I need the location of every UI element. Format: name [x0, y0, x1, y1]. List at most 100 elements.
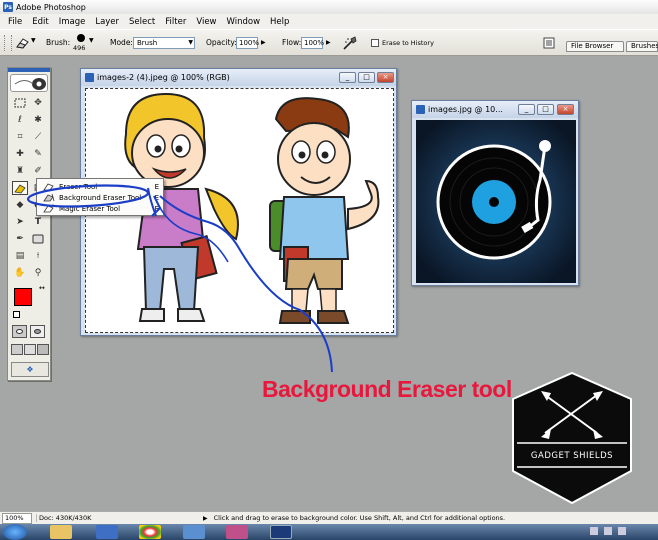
slice-tool[interactable]: ⟋ — [30, 130, 46, 144]
swap-colors-icon[interactable]: ↔ — [39, 284, 45, 292]
logo-text: GADGET SHIELDS — [530, 451, 614, 461]
quick-mask-button[interactable] — [30, 325, 45, 338]
notes-tool[interactable]: ▤ — [12, 249, 28, 263]
opacity-label: Opacity: — [206, 38, 237, 47]
taskbar-app-icon[interactable] — [183, 525, 205, 539]
doc-size-field[interactable]: Doc: 430K/430K — [36, 514, 201, 522]
eraser-tool[interactable] — [12, 181, 28, 195]
taskbar-photoshop-icon[interactable] — [270, 525, 292, 539]
bandage-icon: ✚ — [16, 149, 24, 159]
quick-mask-icon — [34, 329, 41, 334]
brush-picker-arrow[interactable]: ▼ — [89, 37, 94, 44]
tray-icon[interactable] — [604, 527, 612, 535]
maximize-button[interactable]: □ — [358, 72, 375, 83]
options-bar: ▼ Brush: 496 ▼ Mode: Brush ▼ Opacity: 10… — [0, 29, 658, 56]
type-t-icon: T — [34, 217, 42, 227]
foreground-color-swatch[interactable] — [14, 288, 32, 306]
opacity-slider-arrow[interactable]: ▶ — [261, 39, 266, 46]
pen-tool[interactable]: ✒ — [12, 232, 28, 246]
app-title: Adobe Photoshop — [16, 2, 86, 12]
erase-history-label: Erase to History — [382, 39, 434, 47]
blur-tool[interactable]: ◆ — [12, 198, 28, 212]
paintbrush-icon: ✎ — [34, 149, 42, 159]
taskbar-explorer-icon[interactable] — [50, 525, 72, 539]
tray-icon[interactable] — [590, 527, 598, 535]
zoom-tool[interactable]: ⚲ — [30, 266, 46, 280]
tab-file-browser[interactable]: File Browser — [566, 41, 624, 52]
tray-icon[interactable] — [618, 527, 626, 535]
history-brush-tool[interactable]: ✐ — [30, 164, 46, 178]
taskbar-app-icon[interactable] — [96, 525, 118, 539]
maximize-button[interactable]: □ — [537, 104, 554, 115]
slice-knife-icon: ⟋ — [34, 132, 42, 142]
windows-start-button[interactable] — [3, 524, 27, 540]
eraser-tool-preset-icon[interactable] — [14, 36, 30, 50]
path-selection-tool[interactable]: ➤ — [12, 215, 28, 229]
brush-preview-icon[interactable] — [77, 34, 85, 42]
standard-mode-button[interactable] — [12, 325, 27, 338]
jump-to-imageready-button[interactable]: ❖ — [11, 362, 49, 377]
eyedropper-tool[interactable]: ⟊ — [30, 249, 46, 263]
menu-window[interactable]: Window — [222, 17, 266, 27]
document-window-2: images.jpg @ 10... _ □ × — [411, 100, 579, 286]
healing-brush-tool[interactable]: ✚ — [12, 147, 28, 161]
minimize-button[interactable]: _ — [518, 104, 535, 115]
adobe-online-button[interactable] — [10, 74, 48, 92]
palette-well-icon[interactable] — [543, 37, 555, 49]
crop-tool[interactable]: ⌗ — [12, 130, 28, 144]
minimize-button[interactable]: _ — [339, 72, 356, 83]
magic-wand-tool[interactable]: ✱ — [30, 113, 46, 127]
status-arrow-icon[interactable]: ▶ — [203, 515, 208, 522]
menu-help[interactable]: Help — [265, 17, 294, 27]
menu-image[interactable]: Image — [54, 17, 91, 27]
flyout-item-background-eraser-tool[interactable]: Background Eraser Tool E — [37, 192, 163, 203]
flyout-item-eraser-tool[interactable]: Eraser Tool E — [37, 181, 163, 192]
marquee-icon — [14, 98, 26, 108]
flow-label: Flow: — [282, 38, 302, 47]
pen-icon: ✒ — [16, 234, 24, 244]
menu-layer[interactable]: Layer — [90, 17, 124, 27]
menu-file[interactable]: File — [3, 17, 27, 27]
photoshop-app-icon: Ps — [3, 2, 13, 12]
brush-tool[interactable]: ✎ — [30, 147, 46, 161]
toolbox-header[interactable] — [8, 68, 50, 72]
taskbar-chrome-icon[interactable] — [139, 525, 161, 539]
options-grip[interactable] — [4, 35, 12, 51]
zoom-level-field[interactable]: 100% — [2, 512, 32, 524]
close-button[interactable]: × — [377, 72, 394, 83]
flyout-item-magic-eraser-tool[interactable]: Magic Eraser Tool E — [37, 203, 163, 214]
flow-slider-arrow[interactable]: ▶ — [326, 39, 331, 46]
menu-select[interactable]: Select — [124, 17, 160, 27]
taskbar-game-icon[interactable] — [226, 525, 248, 539]
rectangle-tool[interactable] — [30, 232, 46, 246]
tab-brushes[interactable]: Brushes — [626, 41, 658, 52]
flyout-label: Magic Eraser Tool — [59, 204, 121, 213]
menu-view[interactable]: View — [191, 17, 221, 27]
full-screen-button[interactable] — [37, 344, 49, 355]
preset-dropdown-arrow[interactable]: ▼ — [31, 37, 36, 44]
document-2-canvas[interactable] — [416, 120, 576, 283]
close-button[interactable]: × — [557, 104, 574, 115]
marquee-tool[interactable] — [12, 96, 28, 110]
eraser-icon — [43, 183, 54, 191]
airbrush-icon[interactable] — [342, 35, 358, 51]
flow-input[interactable]: 100% — [301, 37, 324, 49]
type-tool[interactable]: T — [30, 215, 46, 229]
rectangle-shape-icon — [32, 234, 44, 244]
hand-tool[interactable]: ✋ — [12, 266, 28, 280]
clone-stamp-tool[interactable]: ♜ — [12, 164, 28, 178]
move-tool[interactable]: ✥ — [30, 96, 46, 110]
full-screen-menu-button[interactable] — [24, 344, 36, 355]
flyout-shortcut: E — [154, 204, 159, 213]
mode-label: Mode: — [110, 38, 133, 47]
menu-filter[interactable]: Filter — [160, 17, 191, 27]
crop-icon: ⌗ — [17, 132, 23, 142]
lasso-tool[interactable]: ℓ — [12, 113, 28, 127]
opacity-input[interactable]: 100% — [236, 37, 259, 49]
erase-history-checkbox[interactable] — [371, 39, 379, 47]
history-brush-icon: ✐ — [34, 166, 42, 176]
mode-select[interactable]: Brush ▼ — [133, 37, 195, 49]
standard-screen-button[interactable] — [11, 344, 23, 355]
default-colors-icon[interactable] — [13, 311, 20, 318]
menu-edit[interactable]: Edit — [27, 17, 53, 27]
